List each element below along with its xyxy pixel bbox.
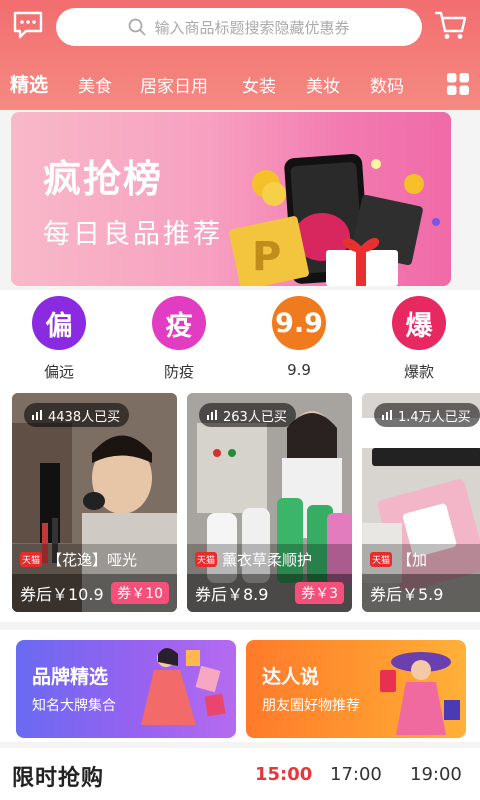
product-name: 天猫 薰衣草柔顺护 [187,544,352,574]
shopping-girl-illustration [380,652,460,735]
brand-selection-card[interactable]: 品牌精选 知名大牌集合 [16,640,236,738]
category-tabs: 精选 美食 居家日用 女装 美妆 数码 [0,64,480,104]
tmall-badge: 天猫 [195,551,218,567]
tmall-badge: 天猫 [370,551,393,567]
influencer-title: 达人说 [262,666,320,688]
product-name: 天猫 【花逸】哑光 [12,544,177,574]
phone-gift-illustration: P [229,154,440,286]
bar-chart-icon [382,410,392,420]
tab-food[interactable]: 美食 [78,72,112,97]
search-icon [129,18,146,36]
banner-title: 疯抢榜 [43,157,164,201]
influencer-subtitle: 朋友圈好物推荐 [262,698,360,714]
category-hot-icon: 爆 [392,296,446,350]
product-carousel: 4438人已买 天猫 【花逸】哑光 券后￥10.9 券￥10 263人已买 天猫… [0,390,480,622]
category-9-9-label: 9.9 [287,361,311,379]
grid-icon [447,73,469,95]
bar-chart-icon [207,410,217,420]
tab-beauty[interactable]: 美妆 [306,72,340,97]
category-remote[interactable]: 偏 偏远 [19,296,99,382]
shopping-woman-illustration [141,648,226,725]
promo-banner[interactable]: 疯抢榜 每日良品推荐 P [11,112,451,286]
product-card[interactable]: 1.4万人已买 天猫 【加 券后￥5.9 [362,393,480,612]
category-9-9[interactable]: 9.9 9.9 [259,296,339,379]
product-title: 【加 [397,550,428,569]
product-name: 天猫 【加 [362,544,480,574]
product-card[interactable]: 4438人已买 天猫 【花逸】哑光 券后￥10.9 券￥10 [12,393,177,612]
feature-cards: 品牌精选 知名大牌集合 达人说 朋友圈好物推荐 [0,630,480,742]
tmall-badge: 天猫 [20,551,43,567]
tab-women[interactable]: 女装 [242,72,276,97]
cart-icon [434,11,467,39]
product-title: 薰衣草柔顺护 [222,550,313,569]
category-remote-label: 偏远 [43,363,74,381]
product-price: 券后￥5.9 [362,574,480,612]
app-screen: 输入商品标题搜索隐藏优惠券 精选 美食 居家日用 女装 美妆 数码 疯抢榜 每日… [0,0,480,800]
tab-selected[interactable]: 精选 [10,70,48,97]
category-9-9-icon: 9.9 [272,296,326,350]
message-button[interactable] [12,10,44,40]
bar-chart-icon [32,410,42,420]
message-icon [13,11,43,39]
svg-text:P: P [252,234,281,280]
category-epidemic-label: 防疫 [163,363,194,381]
search-input[interactable]: 输入商品标题搜索隐藏优惠券 [56,8,422,46]
tab-digital[interactable]: 数码 [370,72,404,97]
header: 输入商品标题搜索隐藏优惠券 精选 美食 居家日用 女装 美妆 数码 [0,0,480,110]
category-shortcuts: 偏 偏远 疫 防疫 9.9 9.9 爆 爆款 [0,290,480,390]
time-slot-1700[interactable]: 17:00 [330,764,382,785]
product-card[interactable]: 263人已买 天猫 薰衣草柔顺护 券后￥8.9 券￥3 [187,393,352,612]
coupon-badge: 券￥10 [111,582,169,604]
sold-count: 263人已买 [223,409,287,425]
product-title: 【花逸】哑光 [47,550,138,569]
banner-subtitle: 每日良品推荐 [43,219,223,250]
category-hot[interactable]: 爆 爆款 [379,296,459,382]
sold-count-badge: 4438人已买 [24,403,130,427]
sold-count-badge: 263人已买 [199,403,296,427]
search-placeholder: 输入商品标题搜索隐藏优惠券 [154,18,350,37]
flash-sale-section: 限时抢购 15:00 17:00 19:00 [0,748,480,800]
category-hot-label: 爆款 [403,363,434,381]
cart-button[interactable] [434,8,468,42]
category-epidemic[interactable]: 疫 防疫 [139,296,219,382]
category-epidemic-icon: 疫 [152,296,206,350]
brand-selection-subtitle: 知名大牌集合 [32,698,116,714]
coupon-badge: 券￥3 [295,582,344,604]
influencer-card[interactable]: 达人说 朋友圈好物推荐 [246,640,466,738]
time-slot-1500[interactable]: 15:00 [255,764,312,785]
all-categories-button[interactable] [446,72,470,96]
flash-sale-title: 限时抢购 [12,766,105,791]
time-slot-1900[interactable]: 19:00 [410,764,462,785]
brand-selection-title: 品牌精选 [32,666,109,688]
tab-home[interactable]: 居家日用 [140,72,208,97]
sold-count-badge: 1.4万人已买 [374,403,480,427]
sold-count: 1.4万人已买 [398,409,471,425]
sold-count: 4438人已买 [48,409,121,425]
category-remote-icon: 偏 [32,296,86,350]
